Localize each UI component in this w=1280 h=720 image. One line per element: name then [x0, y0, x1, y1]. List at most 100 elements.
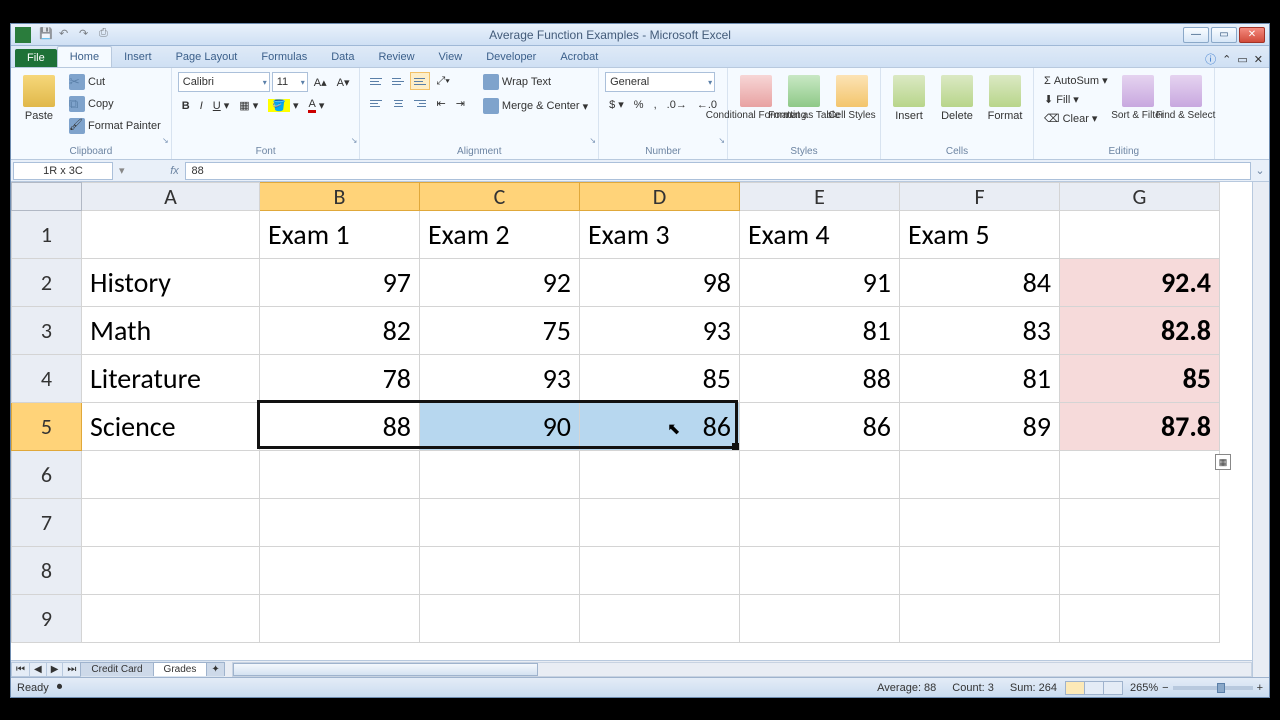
- cell-A9[interactable]: [82, 595, 260, 643]
- cell-G6[interactable]: [1060, 451, 1220, 499]
- cell-C7[interactable]: [420, 499, 580, 547]
- row-header-2[interactable]: 2: [12, 259, 82, 307]
- cell-F5[interactable]: 89: [900, 403, 1060, 451]
- cell-B2[interactable]: 97: [260, 259, 420, 307]
- row-header-5[interactable]: 5: [12, 403, 82, 451]
- cell-B8[interactable]: [260, 547, 420, 595]
- sheet-nav-last[interactable]: ⏭: [62, 662, 81, 677]
- zoom-level[interactable]: 265%: [1130, 682, 1158, 694]
- help-icon[interactable]: ⓘ: [1205, 51, 1216, 67]
- select-all-corner[interactable]: [12, 183, 82, 211]
- cell-E7[interactable]: [740, 499, 900, 547]
- col-header-E[interactable]: E: [740, 183, 900, 211]
- expand-formula-icon[interactable]: ⌄: [1251, 164, 1269, 177]
- cell-C6[interactable]: [420, 451, 580, 499]
- restore-window-icon[interactable]: ▭: [1237, 53, 1247, 66]
- orientation-button[interactable]: ⤢▾: [432, 73, 453, 90]
- find-select-button[interactable]: Find & Select: [1164, 72, 1208, 138]
- align-left-button[interactable]: [366, 94, 386, 112]
- tab-view[interactable]: View: [427, 47, 475, 67]
- page-layout-view-button[interactable]: [1084, 681, 1104, 695]
- cell-A4[interactable]: Literature: [82, 355, 260, 403]
- cell-E1[interactable]: Exam 4: [740, 211, 900, 259]
- cell-B9[interactable]: [260, 595, 420, 643]
- tab-acrobat[interactable]: Acrobat: [548, 47, 610, 67]
- cell-A8[interactable]: [82, 547, 260, 595]
- format-painter-button[interactable]: Format Painter: [65, 116, 165, 136]
- row-header-4[interactable]: 4: [12, 355, 82, 403]
- cell-D1[interactable]: Exam 3: [580, 211, 740, 259]
- cell-D7[interactable]: [580, 499, 740, 547]
- cell-A7[interactable]: [82, 499, 260, 547]
- fx-icon[interactable]: fx: [165, 165, 185, 177]
- vertical-scrollbar[interactable]: [1252, 182, 1269, 677]
- increase-indent-button[interactable]: ⇥: [452, 95, 469, 112]
- minimize-ribbon-icon[interactable]: ⌃: [1222, 53, 1231, 66]
- namebox-dropdown-icon[interactable]: ▾: [115, 164, 129, 177]
- cell-D9[interactable]: [580, 595, 740, 643]
- col-header-F[interactable]: F: [900, 183, 1060, 211]
- cell-D2[interactable]: 98: [580, 259, 740, 307]
- italic-button[interactable]: I: [196, 98, 207, 114]
- cell-F6[interactable]: [900, 451, 1060, 499]
- cell-B5[interactable]: 88: [260, 403, 420, 451]
- sheet-tab-credit-card[interactable]: Credit Card: [80, 662, 153, 676]
- cell-A6[interactable]: [82, 451, 260, 499]
- zoom-in-button[interactable]: +: [1257, 682, 1263, 694]
- cell-A2[interactable]: History: [82, 259, 260, 307]
- autosum-button[interactable]: Σ AutoSum ▾: [1040, 72, 1112, 89]
- cell-D5[interactable]: 86: [580, 403, 740, 451]
- cell-C4[interactable]: 93: [420, 355, 580, 403]
- row-header-3[interactable]: 3: [12, 307, 82, 355]
- cell-F3[interactable]: 83: [900, 307, 1060, 355]
- cell-F4[interactable]: 81: [900, 355, 1060, 403]
- cut-button[interactable]: Cut: [65, 72, 165, 92]
- cell-C5[interactable]: 90: [420, 403, 580, 451]
- tab-formulas[interactable]: Formulas: [249, 47, 319, 67]
- merge-center-button[interactable]: Merge & Center ▾: [479, 96, 592, 116]
- align-bottom-button[interactable]: [410, 72, 430, 90]
- new-sheet-button[interactable]: ✦: [206, 662, 224, 676]
- sheet-nav-prev[interactable]: ◀: [29, 662, 47, 677]
- align-center-button[interactable]: [388, 94, 408, 112]
- paste-button[interactable]: Paste: [17, 72, 61, 138]
- normal-view-button[interactable]: [1065, 681, 1085, 695]
- clear-button[interactable]: ⌫ Clear ▾: [1040, 110, 1112, 127]
- cell-B1[interactable]: Exam 1: [260, 211, 420, 259]
- col-header-B[interactable]: B: [260, 183, 420, 211]
- zoom-thumb[interactable]: [1217, 683, 1225, 693]
- qat-redo-icon[interactable]: ↷: [79, 27, 93, 41]
- cell-B6[interactable]: [260, 451, 420, 499]
- cell-F8[interactable]: [900, 547, 1060, 595]
- border-button[interactable]: ▦ ▾: [235, 97, 262, 114]
- col-header-C[interactable]: C: [420, 183, 580, 211]
- cell-F9[interactable]: [900, 595, 1060, 643]
- row-header-1[interactable]: 1: [12, 211, 82, 259]
- close-workbook-icon[interactable]: ✕: [1254, 53, 1263, 66]
- cell-B4[interactable]: 78: [260, 355, 420, 403]
- conditional-formatting-button[interactable]: Conditional Formatting: [734, 72, 778, 138]
- cell-E3[interactable]: 81: [740, 307, 900, 355]
- delete-cells-button[interactable]: Delete: [935, 72, 979, 138]
- insert-cells-button[interactable]: Insert: [887, 72, 931, 138]
- grid[interactable]: ABCDEFG1Exam 1Exam 2Exam 3Exam 4Exam 52H…: [11, 182, 1269, 677]
- wrap-text-button[interactable]: Wrap Text: [479, 72, 592, 92]
- cell-D8[interactable]: [580, 547, 740, 595]
- tab-home[interactable]: Home: [57, 46, 112, 67]
- row-header-6[interactable]: 6: [12, 451, 82, 499]
- qat-undo-icon[interactable]: ↶: [59, 27, 73, 41]
- tab-review[interactable]: Review: [366, 47, 426, 67]
- row-header-9[interactable]: 9: [12, 595, 82, 643]
- cell-G7[interactable]: [1060, 499, 1220, 547]
- cell-F2[interactable]: 84: [900, 259, 1060, 307]
- row-header-8[interactable]: 8: [12, 547, 82, 595]
- alignment-launcher-icon[interactable]: ↘: [589, 136, 596, 145]
- comma-format-button[interactable]: ,: [650, 97, 661, 113]
- cell-E8[interactable]: [740, 547, 900, 595]
- cell-F1[interactable]: Exam 5: [900, 211, 1060, 259]
- cell-A5[interactable]: Science: [82, 403, 260, 451]
- formula-bar[interactable]: 88: [185, 162, 1251, 180]
- zoom-out-button[interactable]: −: [1162, 682, 1168, 694]
- fill-button[interactable]: ⬇ Fill ▾: [1040, 91, 1112, 108]
- font-color-button[interactable]: A▾: [304, 96, 328, 115]
